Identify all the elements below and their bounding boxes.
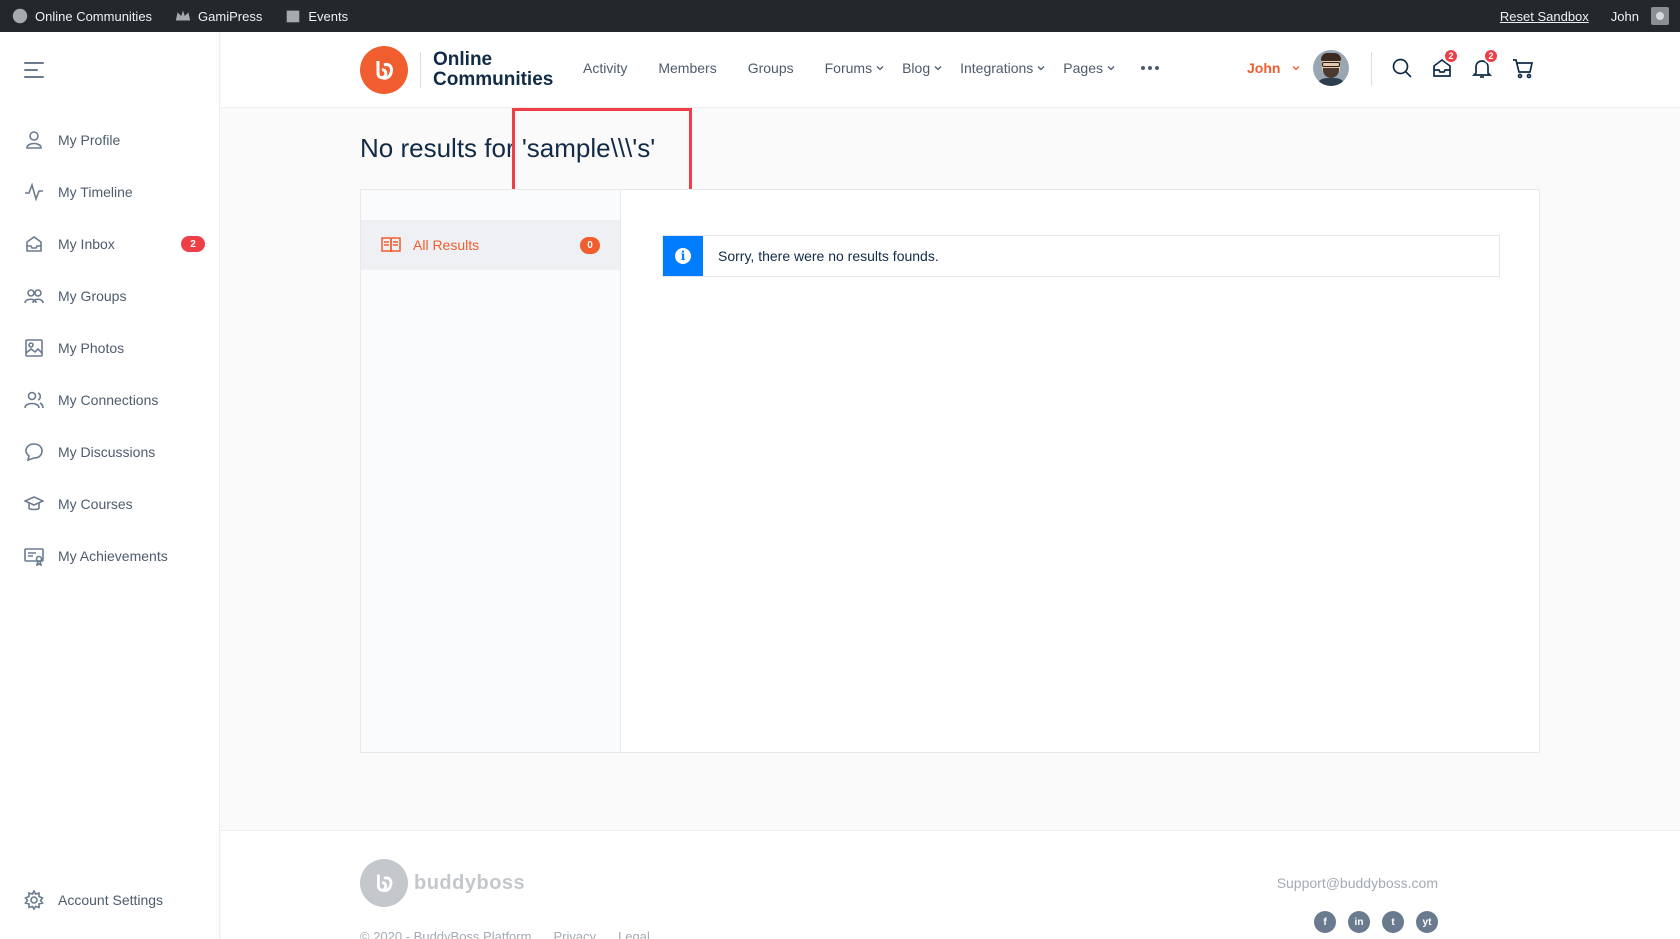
sidebar-item-discussions[interactable]: My Discussions (0, 426, 220, 478)
sidebar-item-inbox[interactable]: My Inbox 2 (0, 218, 220, 270)
sidebar-item-profile[interactable]: My Profile (0, 114, 220, 166)
achievements-icon (24, 548, 44, 566)
sidebar-item-connections[interactable]: My Connections (0, 374, 220, 426)
book-icon (381, 237, 401, 253)
chevron-down-icon (876, 66, 884, 71)
support-email-link[interactable]: Support@buddyboss.com (1277, 875, 1438, 891)
footer-logo[interactable]: buddyboss (360, 859, 525, 907)
copyright-text: © 2020 - BuddyBoss Platform (360, 929, 532, 939)
nav-integrations[interactable]: Integrations (960, 60, 1045, 76)
nav-blog[interactable]: Blog (902, 60, 942, 76)
adminbar-events[interactable]: Events (273, 0, 359, 32)
nav-members[interactable]: Members (658, 60, 716, 76)
sidebar-item-timeline[interactable]: My Timeline (0, 166, 220, 218)
gear-icon (24, 890, 44, 910)
legal-link[interactable]: Legal (618, 929, 650, 939)
inbox-badge: 2 (181, 236, 205, 252)
user-menu[interactable]: John (1247, 60, 1300, 76)
more-icon[interactable] (1140, 66, 1159, 70)
admin-bar: Online Communities GamiPress Events Rese… (0, 0, 1680, 32)
connections-icon (24, 391, 44, 409)
adminbar-site[interactable]: Online Communities (0, 0, 163, 32)
footer-links: © 2020 - BuddyBoss Platform Privacy Lega… (360, 929, 650, 939)
sidebar-item-groups[interactable]: My Groups (0, 270, 220, 322)
groups-icon (24, 289, 44, 304)
sidebar-item-courses[interactable]: My Courses (0, 478, 220, 530)
info-icon: i (663, 236, 703, 276)
tab-all-results[interactable]: All Results 0 (361, 220, 620, 270)
site-header: Online Communities Activity Members Grou… (221, 32, 1680, 108)
facebook-icon[interactable]: f (1314, 911, 1336, 933)
adminbar-avatar (1651, 7, 1669, 25)
youtube-icon[interactable]: yt (1416, 911, 1438, 933)
inbox-icon (26, 236, 42, 252)
nav-activity[interactable]: Activity (583, 60, 627, 76)
cart-icon[interactable] (1512, 57, 1534, 79)
messages-badge: 2 (1443, 48, 1459, 64)
menu-toggle-icon[interactable] (24, 62, 44, 78)
results-count-badge: 0 (580, 237, 600, 254)
sidebar-item-photos[interactable]: My Photos (0, 322, 220, 374)
chevron-down-icon (1107, 66, 1115, 71)
photos-icon (25, 339, 43, 357)
chevron-down-icon (934, 66, 942, 71)
buddyboss-logo-icon (360, 859, 408, 907)
courses-icon (24, 496, 44, 511)
left-sidebar: My Profile My Timeline My Inbox 2 My Gro… (0, 32, 220, 939)
linkedin-icon[interactable]: in (1348, 911, 1370, 933)
social-links: f in t yt (1314, 911, 1438, 933)
adminbar-gamipress[interactable]: GamiPress (163, 0, 273, 32)
nav-forums[interactable]: Forums (825, 60, 884, 76)
logo-icon (360, 46, 408, 94)
highlight-annotation (512, 108, 692, 192)
nav-pages[interactable]: Pages (1063, 60, 1115, 76)
main-nav: Activity Members Groups Forums Blog Inte… (583, 60, 1159, 76)
chevron-down-icon (1292, 66, 1300, 71)
site-logo[interactable]: Online Communities (360, 46, 563, 94)
notifications-icon[interactable]: 2 (1471, 48, 1499, 79)
nav-groups[interactable]: Groups (748, 60, 794, 76)
site-footer: buddyboss Support@buddyboss.com f in t y… (221, 830, 1680, 939)
search-results-panel: All Results 0 i Sorry, there were no res… (360, 189, 1540, 753)
privacy-link[interactable]: Privacy (553, 929, 596, 939)
no-results-notice: i Sorry, there were no results founds. (662, 235, 1500, 277)
sidebar-account-settings[interactable]: Account Settings (0, 874, 220, 926)
twitter-icon[interactable]: t (1382, 911, 1404, 933)
discussions-icon (25, 443, 43, 462)
sidebar-item-achievements[interactable]: My Achievements (0, 530, 220, 582)
avatar[interactable] (1313, 50, 1349, 86)
reset-sandbox-link[interactable]: Reset Sandbox (1489, 0, 1600, 32)
calendar-icon (287, 10, 300, 23)
messages-icon[interactable]: 2 (1431, 48, 1459, 79)
dashboard-icon (12, 8, 28, 24)
results-filter-sidebar: All Results 0 (361, 190, 621, 752)
adminbar-user[interactable]: John (1600, 0, 1680, 32)
notifications-badge: 2 (1483, 48, 1499, 64)
chevron-down-icon (1037, 66, 1045, 71)
activity-icon (25, 182, 43, 202)
crown-icon (175, 10, 191, 21)
profile-icon (26, 131, 42, 149)
search-icon[interactable] (1391, 57, 1413, 79)
